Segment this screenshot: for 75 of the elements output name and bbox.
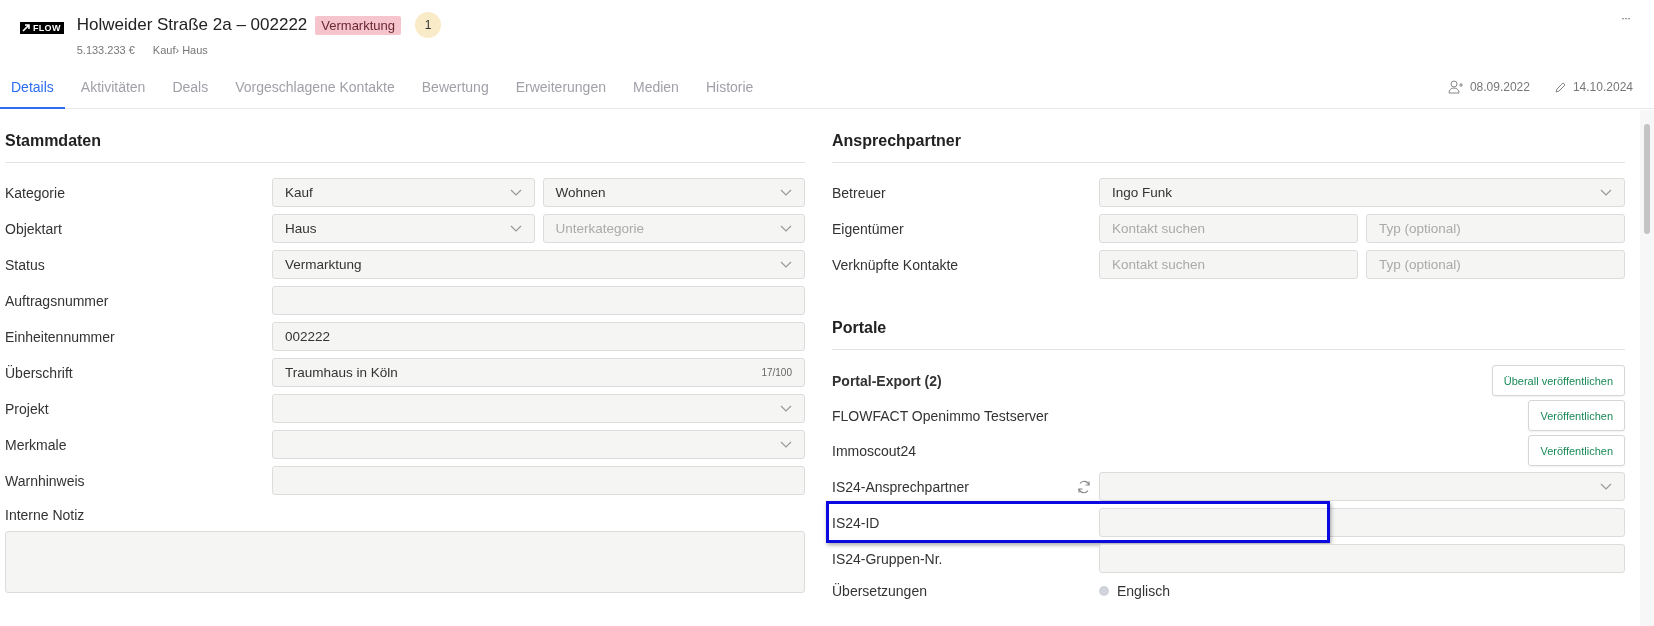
language-label[interactable]: Englisch	[1117, 583, 1170, 599]
more-button[interactable]: ···	[1615, 10, 1636, 26]
field-label: Verknüpfte Kontakte	[832, 256, 960, 273]
tab[interactable]: Historie	[694, 66, 765, 109]
tab[interactable]: Deals	[161, 66, 220, 109]
tab[interactable]: Bewertung	[410, 66, 500, 109]
select-field[interactable]	[272, 394, 805, 423]
input-field[interactable]	[272, 286, 805, 315]
tab[interactable]: Vorgeschlagene Kontakte	[224, 66, 406, 109]
modified-date: 14.10.2024	[1572, 80, 1633, 94]
input-field[interactable]: Traumhaus in Köln 17/100	[272, 358, 805, 387]
add-user-icon	[1447, 80, 1464, 94]
field-label: Überschrift	[5, 364, 74, 381]
section-heading: Stammdaten	[5, 109, 805, 163]
scrollbar[interactable]	[1640, 110, 1654, 626]
field-label: Auftragsnummer	[5, 292, 110, 309]
property-title: Holweider Straße 2a – 002222	[76, 15, 308, 35]
field-label: Kategorie	[5, 184, 66, 201]
select-field[interactable]: Wohnen	[542, 178, 805, 207]
chevron-down-icon	[509, 225, 522, 232]
tab[interactable]: Medien	[622, 66, 690, 109]
select-field[interactable]: Kauf	[272, 178, 535, 207]
publish-button[interactable]: Veröffentlichen	[1528, 435, 1625, 466]
field-label: Objektart	[5, 220, 63, 237]
field-label: Warnhinweis	[5, 472, 86, 489]
field-label: IS24-Gruppen-Nr.	[832, 550, 944, 567]
section-heading: Portale	[832, 296, 1625, 350]
tab[interactable]: Details	[0, 66, 65, 109]
tab[interactable]: Aktivitäten	[69, 66, 157, 109]
chevron-down-icon	[780, 261, 792, 268]
publish-all-button[interactable]: Überall veröffentlichen	[1491, 365, 1625, 396]
character-counter: 17/100	[761, 367, 792, 378]
chevron-down-icon	[1600, 189, 1612, 196]
field-label: Status	[5, 256, 46, 273]
publish-button[interactable]: Veröffentlichen	[1528, 400, 1625, 431]
created-date: 08.09.2022	[1469, 80, 1530, 94]
logo: FLOW	[20, 22, 64, 34]
field-label: Interne Notiz	[5, 507, 86, 523]
field-label: IS24-ID	[832, 514, 881, 531]
chevron-down-icon	[780, 189, 792, 196]
field-label: Merkmale	[5, 436, 68, 453]
field-label: IS24-Ansprechpartner	[832, 478, 970, 495]
price-text: 5.133.233 €	[76, 44, 135, 56]
pencil-icon	[1553, 80, 1567, 94]
category-text: Kauf› Haus	[152, 44, 208, 56]
input-field[interactable]	[1099, 508, 1625, 537]
input-field[interactable]: 002222	[272, 322, 805, 351]
chevron-down-icon	[1600, 483, 1612, 490]
field-label: Projekt	[5, 400, 50, 417]
chevron-down-icon	[780, 405, 792, 412]
section-heading: Ansprechpartner	[832, 109, 1625, 163]
portal-name: Immoscout24	[832, 442, 917, 459]
input-field[interactable]	[272, 466, 805, 495]
field-label: Einheitennummer	[5, 328, 116, 345]
count-badge: 1	[415, 12, 441, 38]
select-field[interactable]: Haus	[272, 214, 535, 243]
status-dot	[1099, 586, 1109, 596]
field-label: Betreuer	[832, 184, 887, 201]
status-badge: Vermarktung	[315, 15, 401, 35]
chevron-down-icon	[780, 225, 792, 232]
select-field[interactable]	[272, 430, 805, 459]
field-label: Übersetzungen	[832, 583, 928, 599]
select-field[interactable]: Vermarktung	[272, 250, 805, 279]
input-field[interactable]	[1099, 544, 1625, 573]
scrollbar-thumb[interactable]	[1644, 124, 1650, 234]
select-field[interactable]: Ingo Funk	[1099, 178, 1625, 207]
tab[interactable]: Erweiterungen	[504, 66, 617, 109]
refresh-icon[interactable]	[1077, 479, 1091, 494]
chevron-down-icon	[780, 441, 792, 448]
portal-export-label: Portal-Export (2)	[832, 372, 942, 389]
select-field[interactable]	[1099, 472, 1625, 501]
field-label: Eigentümer	[832, 220, 905, 237]
chevron-down-icon	[509, 189, 522, 196]
portal-name: FLOWFACT Openimmo Testserver	[832, 407, 1049, 424]
text-area[interactable]	[5, 531, 805, 593]
